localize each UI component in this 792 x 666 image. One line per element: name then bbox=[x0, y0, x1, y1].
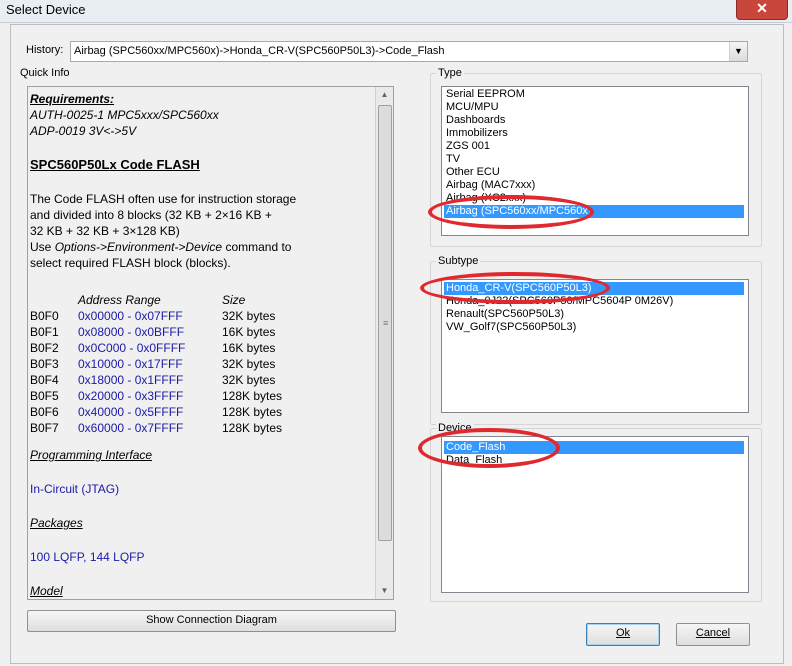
block-range: 0x10000 - 0x17FFF bbox=[78, 357, 183, 371]
block-name: B0F4 bbox=[30, 373, 59, 387]
device-item[interactable]: Code_Flash bbox=[444, 441, 744, 454]
title-bar: Select Device ✕ bbox=[0, 0, 792, 23]
device-title: SPC560P50Lx Code FLASH bbox=[30, 157, 200, 172]
subtype-group-label: Subtype bbox=[436, 255, 481, 267]
block-range: 0x18000 - 0x1FFFF bbox=[78, 373, 184, 387]
description-line: Use Options->Environment->Device command… bbox=[30, 240, 292, 254]
table-row: B0F7 0x60000 - 0x7FFFF 128K bytes bbox=[30, 421, 370, 437]
block-size: 128K bytes bbox=[222, 421, 283, 435]
type-item[interactable]: Dashboards bbox=[444, 114, 505, 127]
cancel-button[interactable]: Cancel bbox=[676, 623, 750, 646]
programming-interface-heading: Programming Interface bbox=[30, 448, 153, 462]
table-row: B0F5 0x20000 - 0x3FFFF 128K bytes bbox=[30, 389, 370, 405]
requirement-item: ADP-0019 3V<->5V bbox=[30, 124, 137, 138]
menu-path: Options->Environment->Device bbox=[54, 240, 223, 254]
packages-heading: Packages bbox=[30, 516, 83, 530]
block-name: B0F1 bbox=[30, 325, 59, 339]
block-range: 0x20000 - 0x3FFFF bbox=[78, 389, 184, 403]
block-range: 0x0C000 - 0x0FFFF bbox=[78, 341, 186, 355]
type-item[interactable]: Other ECU bbox=[444, 166, 500, 179]
type-group-label: Type bbox=[436, 67, 464, 79]
table-row: B0F0 0x00000 - 0x07FFF 32K bytes bbox=[30, 309, 370, 325]
type-listbox[interactable]: Serial EEPROM MCU/MPU Dashboards Immobilize… bbox=[441, 86, 749, 236]
block-size: 16K bytes bbox=[222, 341, 276, 355]
block-name: B0F0 bbox=[30, 309, 59, 323]
type-item[interactable]: MCU/MPU bbox=[444, 101, 499, 114]
block-name: B0F2 bbox=[30, 341, 59, 355]
chevron-down-icon[interactable]: ▼ bbox=[729, 42, 747, 61]
history-label: History: bbox=[26, 44, 64, 56]
block-range: 0x40000 - 0x5FFFF bbox=[78, 405, 184, 419]
requirements-heading: Requirements: bbox=[30, 92, 115, 106]
table-row: B0F4 0x18000 - 0x1FFFF 32K bytes bbox=[30, 373, 370, 389]
block-size: 32K bytes bbox=[222, 373, 276, 387]
type-item[interactable]: Airbag (XC2xxx) bbox=[444, 192, 526, 205]
requirement-item: AUTH-0025-1 MPC5xxx/SPC560xx bbox=[30, 108, 219, 122]
block-name: B0F6 bbox=[30, 405, 59, 419]
type-item[interactable]: Immobilizers bbox=[444, 127, 508, 140]
table-row: B0F2 0x0C000 - 0x0FFFF 16K bytes bbox=[30, 341, 370, 357]
block-size: 16K bytes bbox=[222, 325, 276, 339]
quick-info-panel: Requirements: AUTH-0025-1 MPC5xxx/SPC560… bbox=[27, 86, 394, 600]
table-header: Address Range Size bbox=[30, 293, 370, 309]
block-name: B0F3 bbox=[30, 357, 59, 371]
subtype-item[interactable]: Honda_0J22(SPC560P50/MPC5604P 0M26V) bbox=[444, 295, 673, 308]
show-connection-diagram-button[interactable]: Show Connection Diagram bbox=[27, 610, 396, 632]
table-row: B0F6 0x40000 - 0x5FFFF 128K bytes bbox=[30, 405, 370, 421]
table-row: B0F1 0x08000 - 0x0BFFF 16K bytes bbox=[30, 325, 370, 341]
device-group-label: Device bbox=[436, 422, 474, 434]
block-range: 0x08000 - 0x0BFFF bbox=[78, 325, 185, 339]
packages-value: 100 LQFP, 144 LQFP bbox=[30, 550, 145, 564]
scroll-up-icon[interactable]: ▲ bbox=[376, 87, 393, 103]
device-listbox[interactable]: Code_Flash Data_Flash bbox=[441, 436, 749, 593]
type-item[interactable]: Serial EEPROM bbox=[444, 88, 525, 101]
subtype-item[interactable]: Renault(SPC560P50L3) bbox=[444, 308, 564, 321]
device-item[interactable]: Data_Flash bbox=[444, 454, 502, 467]
type-item[interactable]: TV bbox=[444, 153, 460, 166]
block-range: 0x00000 - 0x07FFF bbox=[78, 309, 183, 323]
scroll-thumb[interactable]: ≡ bbox=[378, 105, 392, 541]
grip-icon: ≡ bbox=[383, 318, 389, 328]
type-item[interactable]: Airbag (MAC7xxx) bbox=[444, 179, 535, 192]
type-item[interactable]: ZGS 001 bbox=[444, 140, 490, 153]
history-value: Airbag (SPC560xx/MPC560x)->Honda_CR-V(SP… bbox=[74, 45, 445, 57]
subtype-item[interactable]: Honda_CR-V(SPC560P50L3) bbox=[444, 282, 744, 295]
model-heading: Model bbox=[30, 584, 63, 598]
block-size: 32K bytes bbox=[222, 309, 276, 323]
block-range: 0x60000 - 0x7FFFF bbox=[78, 421, 184, 435]
close-icon[interactable]: ✕ bbox=[736, 0, 788, 20]
description-line: and divided into 8 blocks (32 KB + 2×16 … bbox=[30, 208, 272, 222]
block-name: B0F5 bbox=[30, 389, 59, 403]
ok-button[interactable]: Ok bbox=[586, 623, 660, 646]
type-item[interactable]: Airbag (SPC560xx/MPC560x) bbox=[444, 205, 744, 218]
size-header: Size bbox=[222, 293, 246, 307]
scroll-down-icon[interactable]: ▼ bbox=[376, 583, 393, 599]
quick-info-scrollbar[interactable]: ▲ ≡ ▼ bbox=[375, 87, 393, 599]
block-size: 128K bytes bbox=[222, 405, 283, 419]
description-line: The Code FLASH often use for instruction… bbox=[30, 192, 297, 206]
subtype-item[interactable]: VW_Golf7(SPC560P50L3) bbox=[444, 321, 576, 334]
block-name: B0F7 bbox=[30, 421, 59, 435]
history-combo[interactable]: Airbag (SPC560xx/MPC560x)->Honda_CR-V(SP… bbox=[70, 41, 748, 62]
subtype-listbox[interactable]: Honda_CR-V(SPC560P50L3) Honda_0J22(SPC560… bbox=[441, 279, 749, 413]
block-size: 128K bytes bbox=[222, 389, 283, 403]
programming-interface-value: In-Circuit (JTAG) bbox=[30, 482, 120, 496]
description-line: select required FLASH block (blocks). bbox=[30, 256, 231, 270]
table-row: B0F3 0x10000 - 0x17FFF 32K bytes bbox=[30, 357, 370, 373]
description-line: 32 KB + 32 KB + 3×128 KB) bbox=[30, 224, 180, 238]
address-range-header: Address Range bbox=[78, 293, 161, 307]
window-title: Select Device bbox=[6, 2, 86, 17]
block-size: 32K bytes bbox=[222, 357, 276, 371]
quick-info-label: Quick Info bbox=[20, 67, 70, 79]
